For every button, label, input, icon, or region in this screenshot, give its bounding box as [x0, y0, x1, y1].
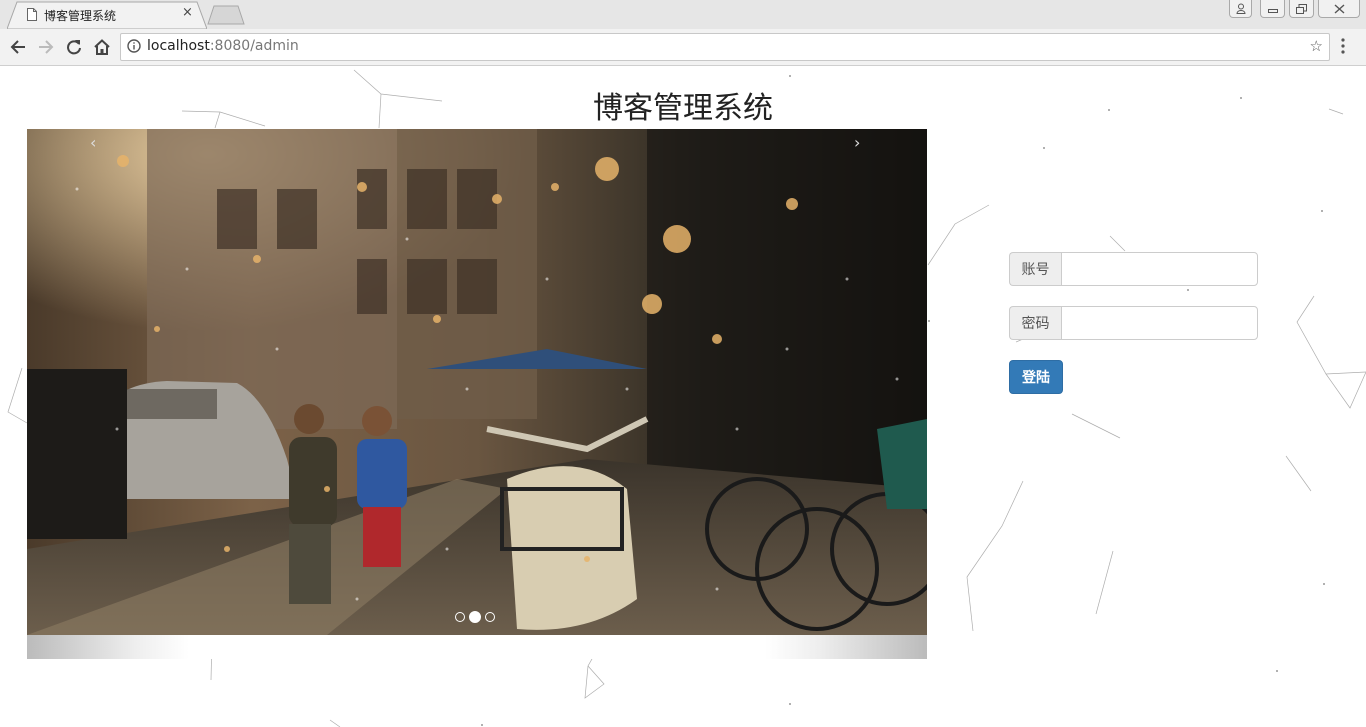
tab-title: 博客管理系统: [44, 9, 117, 23]
login-button[interactable]: 登陆: [1009, 360, 1063, 394]
new-tab-button[interactable]: [207, 5, 245, 25]
address-bar[interactable]: localhost:8080/admin ☆: [120, 33, 1330, 61]
profile-icon[interactable]: [1229, 0, 1252, 18]
page-icon: [27, 8, 37, 21]
account-group: 账号: [1009, 252, 1258, 286]
carousel-prev-icon[interactable]: ‹: [90, 133, 96, 152]
back-icon[interactable]: [8, 37, 28, 57]
home-icon[interactable]: [92, 37, 112, 57]
account-input[interactable]: [1061, 252, 1258, 286]
url-host: localhost: [147, 38, 210, 54]
window-controls: [1229, 0, 1360, 18]
carousel-footer-bar: [27, 635, 927, 659]
url-path: :8080/admin: [209, 38, 299, 54]
carousel-slide-image: ‹ ›: [27, 129, 927, 635]
bookmark-star-icon[interactable]: ☆: [1310, 37, 1323, 55]
info-icon[interactable]: [127, 39, 141, 53]
street-scene-photo: [27, 129, 927, 635]
carousel-indicator-3[interactable]: [485, 612, 495, 622]
browser-tab-strip: 博客管理系统 ×: [0, 0, 1366, 29]
carousel-indicator-2[interactable]: [469, 611, 481, 623]
password-group: 密码: [1009, 306, 1258, 340]
carousel-indicator-1[interactable]: [455, 612, 465, 622]
carousel-next-icon[interactable]: ›: [854, 133, 860, 152]
window-close-icon[interactable]: [1318, 0, 1360, 18]
password-label: 密码: [1009, 306, 1061, 340]
page-title: 博客管理系统: [593, 91, 773, 126]
browser-tab[interactable]: 博客管理系统 ×: [7, 1, 207, 29]
password-input[interactable]: [1061, 306, 1258, 340]
tab-close-icon[interactable]: ×: [182, 5, 193, 20]
reload-icon[interactable]: [64, 37, 84, 57]
login-form: 账号 密码 登陆: [1009, 252, 1258, 394]
carousel-indicators: [455, 611, 495, 623]
minimize-icon[interactable]: [1260, 0, 1285, 18]
forward-icon[interactable]: [36, 37, 56, 57]
account-label: 账号: [1009, 252, 1061, 286]
url-text: localhost:8080/admin: [147, 38, 299, 54]
browser-toolbar: localhost:8080/admin ☆: [0, 29, 1366, 66]
image-carousel[interactable]: ‹ ›: [27, 129, 927, 659]
page-content: 博客管理系统 ‹ › 账号 密码 登陆: [0, 66, 1366, 727]
restore-icon[interactable]: [1289, 0, 1314, 18]
menu-icon[interactable]: [1341, 38, 1345, 54]
